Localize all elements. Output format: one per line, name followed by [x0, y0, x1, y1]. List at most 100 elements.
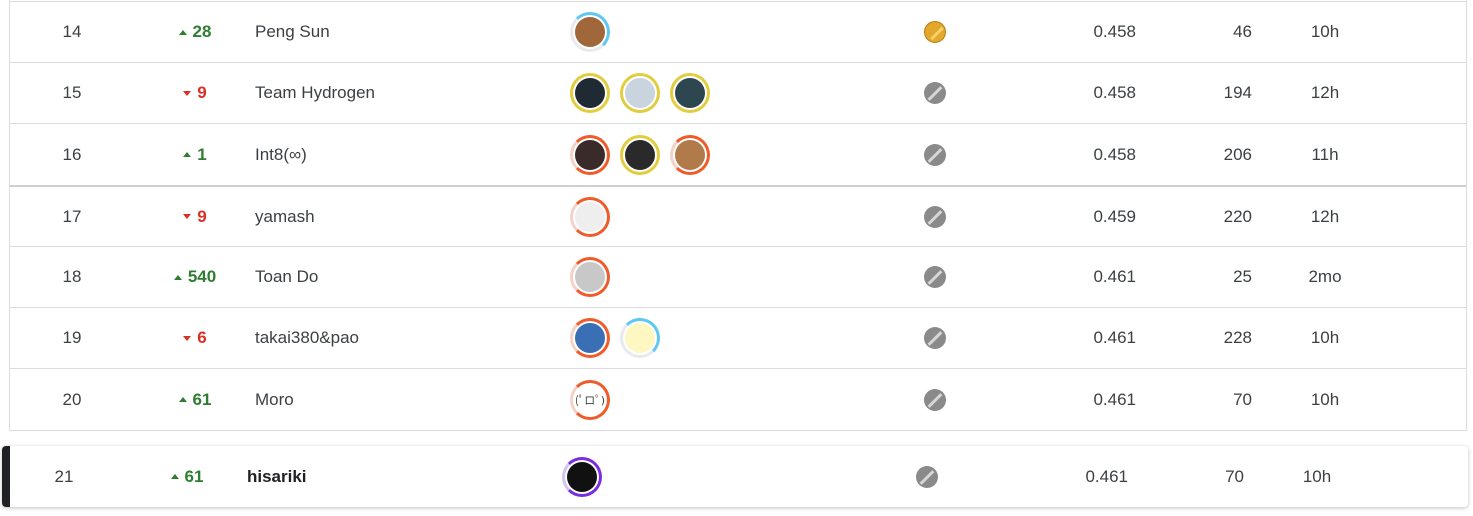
rank-cell: 17 — [62, 206, 82, 226]
rank-cell: 19 — [62, 328, 82, 347]
avatar-image — [575, 17, 605, 47]
last-submission-cell: 10h — [1302, 466, 1332, 486]
avatar-image — [675, 139, 705, 170]
medal-cell — [907, 446, 947, 507]
member-avatar[interactable] — [670, 73, 710, 113]
rank-change: 6 — [160, 308, 230, 368]
rank-change: 9 — [160, 63, 230, 123]
member-avatar[interactable] — [570, 257, 610, 297]
rank-change: 9 — [160, 187, 230, 246]
team-name-link[interactable]: hisariki — [247, 446, 537, 507]
avatar-image — [625, 139, 655, 170]
rank-change: 61 — [152, 446, 222, 507]
table-row[interactable]: 18 540 Toan Do 0.461 25 2mo — [10, 246, 1466, 307]
entries-cell: 220 — [1223, 206, 1252, 226]
table-row[interactable]: 15 9 Team Hydrogen 0.458 194 12h — [10, 62, 1466, 123]
rank-change-value: 540 — [187, 267, 217, 286]
entries-cell: 194 — [1223, 83, 1252, 102]
rank-cell: 16 — [62, 144, 82, 164]
table-row[interactable]: 17 9 yamash 0.459 220 12h — [10, 185, 1466, 246]
rank-change: 28 — [160, 2, 230, 62]
entries-cell: 70 — [1225, 466, 1244, 486]
arrow-up-icon — [170, 474, 179, 479]
avatar-image — [675, 78, 705, 108]
rank-change-value: 9 — [197, 206, 207, 226]
team-name-link[interactable]: Team Hydrogen — [255, 63, 545, 123]
score-cell: 0.461 — [1093, 328, 1136, 347]
leaderboard-table: 14 28 Peng Sun 0.458 46 10h 15 9 Team Hydrogen 0.… — [9, 0, 1467, 431]
score-cell: 0.458 — [1093, 83, 1136, 102]
entries-cell: 206 — [1223, 144, 1252, 164]
score-cell: 0.461 — [1085, 466, 1128, 486]
member-avatar[interactable] — [620, 318, 660, 358]
rank-change-value: 61 — [192, 389, 212, 409]
team-members — [562, 446, 882, 507]
rank-cell: 15 — [62, 83, 82, 102]
arrow-down-icon — [183, 214, 192, 219]
member-avatar[interactable] — [570, 134, 610, 175]
member-avatar[interactable] — [670, 134, 710, 175]
arrow-up-icon — [178, 29, 187, 35]
last-submission-cell: 12h — [1310, 83, 1340, 102]
member-avatar[interactable] — [570, 73, 610, 113]
rank-change-value: 9 — [197, 83, 207, 102]
score-cell: 0.461 — [1093, 267, 1136, 286]
score-cell: 0.459 — [1093, 206, 1136, 226]
table-row[interactable]: 19 6 takai380&pao 0.461 228 10h — [10, 307, 1466, 368]
medal-cell — [915, 2, 955, 62]
table-row[interactable]: 14 28 Peng Sun 0.458 46 10h — [10, 1, 1466, 62]
medal-cell — [915, 124, 955, 185]
team-members — [570, 124, 890, 185]
silver-medal-icon — [924, 143, 946, 166]
rank-change-value: 1 — [197, 144, 207, 164]
avatar-image — [575, 201, 605, 232]
team-members — [570, 308, 890, 368]
team-name-link[interactable]: Moro — [255, 369, 545, 430]
avatar-image — [575, 78, 605, 108]
avatar-image — [625, 323, 655, 353]
team-name-link[interactable]: yamash — [255, 187, 545, 246]
score-cell: 0.461 — [1093, 389, 1136, 409]
rank-cell: 18 — [62, 267, 82, 286]
member-avatar[interactable]: (ﾟロﾟ) — [570, 379, 610, 420]
member-avatar[interactable] — [620, 73, 660, 113]
last-submission-cell: 11h — [1311, 144, 1339, 164]
current-user-marker — [2, 446, 10, 507]
entries-cell: 70 — [1233, 389, 1252, 409]
last-submission-cell: 10h — [1310, 328, 1340, 347]
entries-cell: 46 — [1233, 22, 1252, 41]
medal-cell — [915, 63, 955, 123]
team-name-link[interactable]: Peng Sun — [255, 2, 545, 62]
avatar-image — [575, 139, 605, 170]
member-avatar[interactable] — [570, 12, 610, 52]
team-members — [570, 187, 890, 246]
rank-cell: 14 — [62, 22, 82, 41]
avatar-text: (ﾟロﾟ) — [574, 393, 605, 407]
member-avatar[interactable] — [620, 134, 660, 175]
medal-cell — [915, 187, 955, 246]
avatar-image — [575, 262, 605, 292]
arrow-down-icon — [183, 335, 192, 341]
member-avatar[interactable] — [562, 456, 602, 497]
silver-medal-icon — [924, 205, 946, 228]
rank-cell: 21 — [54, 466, 74, 486]
member-avatar[interactable] — [570, 196, 610, 237]
last-submission-cell: 12h — [1310, 206, 1340, 226]
current-user-row[interactable]: 21 61 hisariki 0.461 70 10h — [2, 446, 1468, 507]
team-members — [570, 63, 890, 123]
team-members — [570, 247, 890, 307]
silver-medal-icon — [924, 82, 946, 104]
score-cell: 0.458 — [1093, 144, 1136, 164]
team-name-link[interactable]: takai380&pao — [255, 308, 545, 368]
medal-cell — [915, 369, 955, 430]
avatar-image — [575, 323, 605, 353]
team-name-link[interactable]: Toan Do — [255, 247, 545, 307]
rank-cell: 20 — [62, 389, 82, 409]
avatar-image — [567, 461, 597, 492]
arrow-down-icon — [183, 90, 192, 96]
team-name-link[interactable]: Int8(∞) — [255, 124, 545, 185]
member-avatar[interactable] — [570, 318, 610, 358]
table-row[interactable]: 16 1 Int8(∞) 0.458 206 11h — [10, 123, 1466, 185]
last-submission-cell: 10h — [1310, 389, 1340, 409]
table-row[interactable]: 20 61 Moro (ﾟロﾟ) 0.461 70 10h — [10, 368, 1466, 430]
